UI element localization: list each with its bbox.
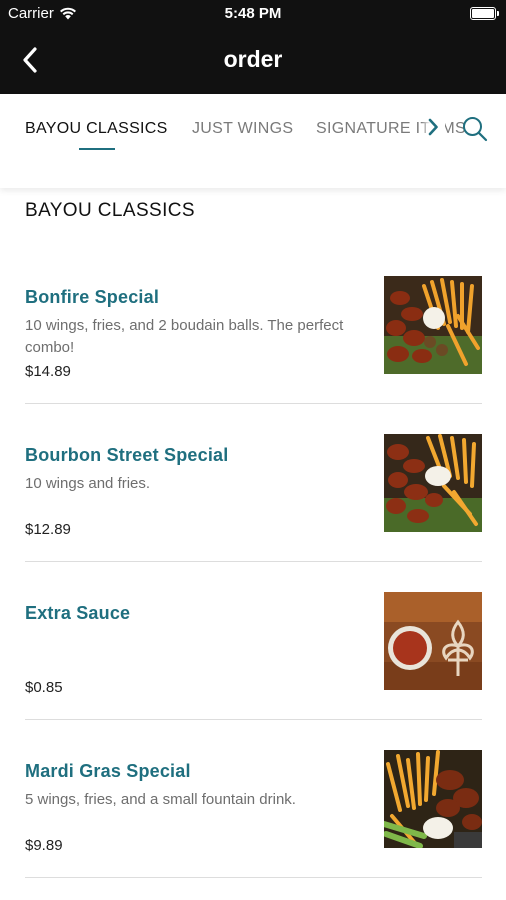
item-name: Mardi Gras Special — [25, 761, 191, 781]
item-price: $9.89 — [25, 837, 63, 854]
tab-bayou-classics[interactable]: BAYOU CLASSICS — [25, 120, 168, 138]
section-title: BAYOU CLASSICS — [25, 200, 195, 221]
chevron-right-icon — [428, 118, 438, 136]
item-divider — [25, 719, 482, 720]
item-description: 5 wings, fries, and a small fountain dri… — [25, 791, 296, 808]
item-photo — [384, 750, 482, 848]
item-photo — [384, 276, 482, 374]
item-photo — [384, 434, 482, 532]
item-description: 10 wings and fries. — [25, 475, 151, 492]
tabs-scroll-right-button[interactable] — [421, 112, 445, 142]
active-tab-indicator — [79, 148, 115, 150]
item-divider — [25, 561, 482, 562]
status-bar: Carrier 5:48 PM — [0, 0, 506, 28]
tab-just-wings[interactable]: JUST WINGS — [192, 120, 293, 138]
battery-icon — [470, 7, 499, 20]
search-button[interactable] — [460, 114, 490, 144]
item-price: $0.85 — [25, 679, 63, 696]
item-divider — [25, 877, 482, 878]
search-icon — [463, 117, 488, 142]
item-photo — [384, 592, 482, 690]
nav-bar: order — [0, 28, 506, 94]
status-time: 5:48 PM — [224, 5, 282, 22]
item-price: $14.89 — [25, 363, 71, 380]
item-name: Bourbon Street Special — [25, 445, 229, 465]
category-tab-bar: BAYOU CLASSICS JUST WINGS SIGNATURE ITEM… — [0, 94, 506, 188]
page-title: order — [223, 46, 283, 72]
item-name: Bonfire Special — [25, 287, 160, 307]
item-description: 10 wings, fries, and 2 boudain balls. Th… — [25, 317, 344, 356]
item-name: Extra Sauce — [25, 603, 131, 623]
item-divider — [25, 403, 482, 404]
item-price: $12.89 — [25, 521, 71, 538]
